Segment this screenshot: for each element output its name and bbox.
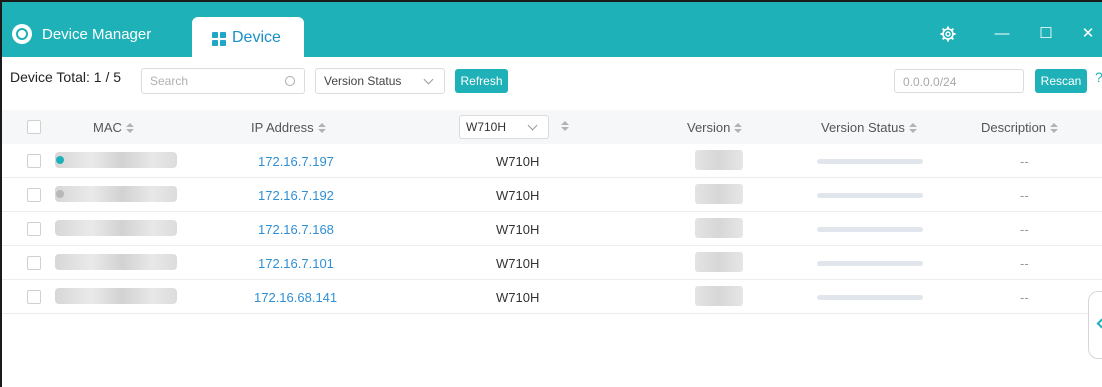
header-mac-label: MAC [93,120,122,135]
help-icon[interactable]: ? [1095,69,1102,85]
header-ip-label: IP Address [251,120,314,135]
close-button[interactable]: ✕ [1078,24,1098,44]
version-redacted [695,252,743,272]
chevron-left-icon [1096,318,1102,329]
version-status-select-value: Version Status [324,74,402,88]
sort-icon [1050,123,1059,134]
toolbar: Device Total: 1 / 5 Version Status Refre… [2,57,1102,102]
title-bar: Device Manager Device — ☐ ✕ [2,2,1102,57]
table-row[interactable]: 172.16.7.168 W710H -- [2,212,1102,246]
sort-icon [125,123,134,134]
tab-device-label: Device [232,29,281,46]
model-cell: W710H [496,256,540,271]
row-checkbox[interactable] [27,222,41,236]
header-version-status[interactable]: Version Status [821,120,917,135]
description-cell: -- [1020,256,1029,271]
search-icon[interactable] [285,76,295,86]
ip-range-box[interactable] [894,69,1024,93]
maximize-button[interactable]: ☐ [1036,24,1056,44]
description-cell: -- [1020,188,1029,203]
device-manager-window: Device Manager Device — ☐ ✕ Device Total… [0,0,1102,387]
header-version[interactable]: Version [687,120,743,135]
model-filter-value: W710H [466,120,507,134]
description-cell: -- [1020,154,1029,169]
grid-icon [212,32,226,46]
description-cell: -- [1020,290,1029,305]
description-cell: -- [1020,222,1029,237]
app-logo-icon [12,24,32,44]
version-status-select[interactable]: Version Status [315,68,445,94]
model-filter-select[interactable]: W710H [459,115,549,139]
table-header: MAC IP Address W710H Version Version Sta… [2,110,1102,144]
ip-link[interactable]: 172.16.7.101 [258,256,334,271]
row-checkbox[interactable] [27,256,41,270]
table-row[interactable]: 172.16.7.197 W710H -- [2,144,1102,178]
ip-link[interactable]: 172.16.7.168 [258,222,334,237]
sort-icon [908,123,917,134]
version-status-bar [817,295,923,300]
row-checkbox[interactable] [27,290,41,304]
side-panel-toggle[interactable] [1088,291,1102,359]
version-status-bar [817,261,923,266]
model-cell: W710H [496,290,540,305]
row-checkbox[interactable] [27,188,41,202]
select-all-checkbox[interactable] [27,120,41,134]
search-box[interactable] [141,68,305,94]
header-version-status-label: Version Status [821,120,905,135]
device-total-label: Device Total: [10,69,90,85]
header-version-label: Version [687,120,731,135]
settings-gear-icon[interactable] [938,24,958,44]
header-description-label: Description [981,120,1047,135]
app-title: Device Manager [42,26,152,43]
version-redacted [695,184,743,204]
header-description[interactable]: Description [981,120,1059,135]
header-mac[interactable]: MAC [93,120,134,135]
mac-redacted [55,254,177,270]
device-total: Device Total: 1 / 5 [10,69,121,85]
sort-icon [317,123,326,134]
sort-icon [734,123,743,134]
ip-link[interactable]: 172.16.7.197 [258,154,334,169]
sort-icon[interactable] [561,121,569,132]
header-ip[interactable]: IP Address [251,120,326,135]
version-status-bar [817,193,923,198]
mac-redacted [55,288,177,304]
chevron-down-icon [423,74,434,85]
tab-device[interactable]: Device [192,17,304,57]
ip-link[interactable]: 172.16.7.192 [258,188,334,203]
search-input[interactable] [150,73,276,89]
mac-redacted [55,152,177,168]
model-cell: W710H [496,188,540,203]
version-status-bar [817,159,923,164]
table-row[interactable]: 172.16.7.101 W710H -- [2,246,1102,280]
table-row[interactable]: 172.16.7.192 W710H -- [2,178,1102,212]
table-row[interactable]: 172.16.68.141 W710H -- [2,280,1102,314]
model-cell: W710H [496,222,540,237]
ip-range-input[interactable] [903,74,1013,90]
version-redacted [695,150,743,170]
mac-redacted [55,186,177,202]
minimize-button[interactable]: — [992,24,1012,44]
refresh-button[interactable]: Refresh [455,69,508,93]
ip-link[interactable]: 172.16.68.141 [254,290,337,305]
offline-status-dot [56,190,64,198]
online-status-dot [56,156,64,164]
row-checkbox[interactable] [27,154,41,168]
rescan-button[interactable]: Rescan [1035,69,1087,93]
chevron-down-icon [527,120,538,131]
version-redacted [695,286,743,306]
device-total-value: 1 / 5 [93,69,122,85]
version-status-bar [817,227,923,232]
model-cell: W710H [496,154,540,169]
version-redacted [695,218,743,238]
mac-redacted [55,220,177,236]
